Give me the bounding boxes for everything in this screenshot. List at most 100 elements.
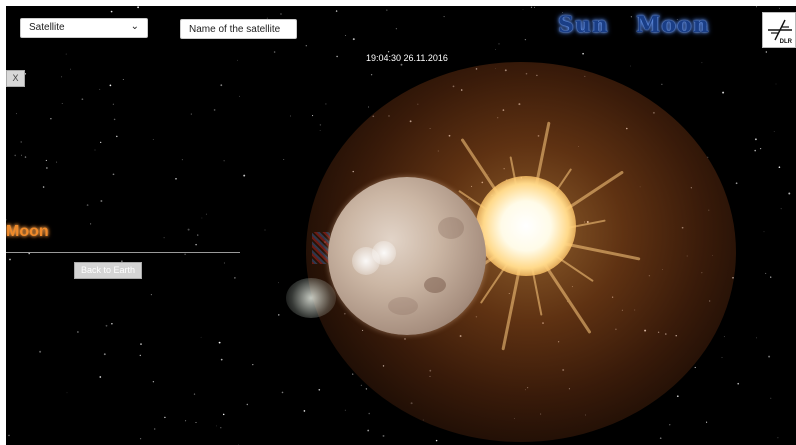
star [777,437,779,439]
star [737,382,740,385]
star [21,154,22,156]
star [735,182,738,185]
star [443,16,445,18]
star [222,413,225,416]
star [765,272,767,274]
star [370,74,373,76]
star [243,174,246,177]
earth-glimpse[interactable] [286,278,336,318]
star [780,208,782,210]
star [56,161,58,163]
star [185,420,187,422]
star [9,258,11,261]
logo-text: DLR [779,39,792,45]
star [495,49,496,51]
star [137,6,139,9]
star [152,381,155,383]
star [99,376,102,378]
star [706,421,708,423]
star [303,410,306,412]
star [400,63,403,66]
star [20,141,22,143]
star [6,219,7,221]
star [175,178,177,180]
star [352,373,354,375]
star [694,366,696,369]
back-to-earth-button[interactable]: Back to Earth [74,262,142,279]
star [352,38,355,41]
star [220,427,222,429]
space-viewport[interactable]: Satellite ⌄ 19:04:30 26.11.2016 Sun Moon… [6,6,796,445]
star [756,337,757,339]
star [365,388,368,390]
star [24,156,27,158]
star [213,109,216,111]
star [46,167,48,169]
star [281,391,284,394]
object-type-select[interactable]: Satellite ⌄ [20,18,148,38]
star [763,231,765,233]
panel-title: Moon [6,223,49,240]
star [100,200,103,202]
close-panel-button[interactable]: X [6,70,25,87]
star [754,149,756,152]
star [234,277,236,279]
star [534,6,536,8]
star [435,439,438,442]
star [205,213,207,215]
star [659,437,662,440]
star [122,79,124,80]
star [273,51,276,53]
satellite-name-input[interactable] [180,19,297,39]
star [661,83,663,85]
star [200,336,202,338]
panel-divider [6,252,240,253]
simulation-timestamp: 19:04:30 26.11.2016 [366,53,448,63]
star [187,228,190,231]
star [669,424,671,426]
moon[interactable] [328,177,486,335]
star [61,76,63,78]
object-type-select-value: Satellite [29,22,65,33]
star [252,363,254,366]
star [152,139,154,140]
star [65,53,67,55]
star [140,343,142,345]
star [723,336,725,338]
star [305,45,307,47]
star [336,55,338,58]
star [70,68,71,70]
star [111,323,113,325]
star [110,10,113,13]
star [113,118,116,121]
star [184,253,186,256]
star [283,159,285,161]
star [722,91,725,94]
star [139,354,141,357]
star [90,223,92,225]
star [524,38,527,41]
star [676,395,679,398]
star [360,384,363,386]
star [779,7,780,9]
star [181,159,183,161]
sun[interactable] [476,176,576,276]
star [773,131,775,132]
star [150,294,152,296]
star [278,282,279,284]
star [103,353,106,356]
star [81,98,84,101]
star [721,357,723,358]
dlr-logo[interactable]: DLR [762,12,796,48]
star [112,173,115,176]
star [264,229,266,231]
star [237,59,238,61]
star [201,217,203,219]
star [218,341,221,344]
star [190,113,192,115]
sun-link[interactable]: Sun [558,12,609,38]
star [325,103,327,105]
star [195,243,197,246]
moon-link[interactable]: Moon [636,12,710,38]
star [223,160,225,162]
